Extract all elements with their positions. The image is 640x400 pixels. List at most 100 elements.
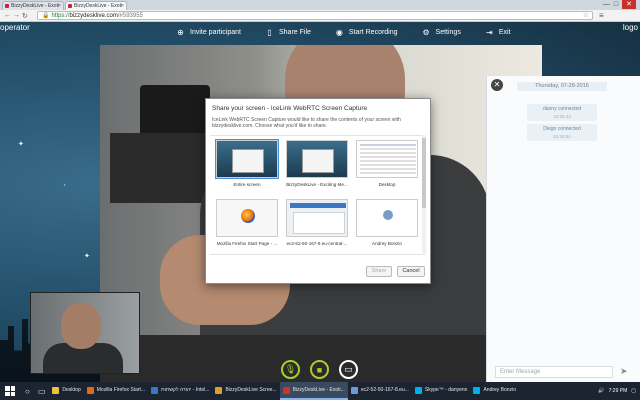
share-file-label: Share File <box>278 29 311 36</box>
cancel-button[interactable]: Cancel <box>397 266 425 277</box>
star-decoration: ✦ <box>84 253 90 260</box>
browser-tabbar: BizzyDeskLive - Exoti × BizzyDeskLive - … <box>0 0 640 10</box>
taskbar-app-icon <box>350 386 358 394</box>
taskbar-item-label: Mozilla Firefox Start... <box>96 387 146 393</box>
chat-message: danny connected 15:25:43 <box>527 104 597 121</box>
logo: logo <box>622 23 638 32</box>
dialog-description: IceLink WebRTC Screen Capture would like… <box>212 117 401 129</box>
chat-date: Thursday, 07-28-2016 <box>517 82 607 91</box>
taskbar-app-icon <box>215 386 223 394</box>
send-icon[interactable]: ➤ <box>620 366 628 377</box>
search-icon[interactable]: ○ <box>25 387 30 396</box>
share-source-window[interactable]: BizzyDeskLive - Exciting Me... <box>284 140 350 187</box>
tab-title: BizzyDeskLive - Exoti <box>74 3 123 9</box>
taskbar-app-icon <box>151 386 159 394</box>
chat-message: Diego connected 15:25:54 <box>527 124 597 141</box>
share-source-firefox[interactable]: Mozilla Firefox Start Page - ... <box>214 199 280 246</box>
share-button[interactable]: Share <box>366 266 392 277</box>
chat-message-input[interactable]: Enter Message <box>495 366 613 378</box>
source-label: Entire screen <box>233 182 261 187</box>
monitor-icon: ▭ <box>344 364 353 374</box>
browser-menu-icon[interactable]: ≡ <box>599 11 604 20</box>
source-thumbnail <box>286 140 348 178</box>
chat-panel: ✕ Thursday, 07-28-2016 danny connected 1… <box>486 76 640 382</box>
windows-taskbar: ○ ▭ Desktop Mozilla Firefox Start... יהודה… <box>0 382 640 400</box>
file-icon: ▯ <box>267 28 272 37</box>
url-host: bizzydesklive.com <box>69 13 118 19</box>
invite-participant-label: Invite participant <box>190 29 241 36</box>
address-bar-row: ← → ↻ 🔒 https://bizzydesklive.com/#593955… <box>0 10 640 22</box>
taskbar-item[interactable]: BizzyDeskLive Scree... <box>212 382 279 400</box>
taskbar-item[interactable]: Mozilla Firefox Start... <box>84 382 148 400</box>
source-thumbnail <box>215 139 279 179</box>
share-source-ec2[interactable]: ec2-52-50-167-8.eu-central-... <box>284 199 350 246</box>
task-view-icon[interactable]: ▭ <box>38 387 46 396</box>
dialog-scrollbar[interactable] <box>422 135 426 255</box>
taskbar-item[interactable]: Andrey Bonzio <box>470 382 519 400</box>
tab-title: BizzyDeskLive - Exoti <box>11 3 60 9</box>
tab-close-icon[interactable]: × <box>58 2 61 10</box>
star-decoration: ✦ <box>18 141 24 148</box>
taskbar-item[interactable]: ec2-52-50-167-8.eu... <box>348 382 412 400</box>
bookmark-star-icon[interactable]: ☆ <box>583 12 589 20</box>
star-decoration: • <box>64 182 66 187</box>
taskbar-item[interactable]: Desktop <box>49 382 83 400</box>
source-thumbnail <box>216 199 278 237</box>
microphone-icon: 🎙 <box>284 364 297 374</box>
settings-label: Settings <box>435 29 461 36</box>
url-input[interactable]: 🔒 https://bizzydesklive.com/#593955 ☆ <box>37 11 593 20</box>
share-source-desktop[interactable]: Desktop <box>354 140 420 187</box>
screen-share-button[interactable]: ▭ <box>339 360 358 379</box>
taskbar-item[interactable]: יהודה לקשתות - Intel... <box>148 382 212 400</box>
taskbar-item[interactable]: Skype™ - danyenn <box>412 382 471 400</box>
share-source-grid: Entire screen BizzyDeskLive - Exciting M… <box>210 135 426 255</box>
source-label: Andrey Bonzio <box>372 241 402 246</box>
share-file-button[interactable]: ▯ Share File <box>265 28 311 37</box>
gear-icon: ⚙ <box>422 28 430 37</box>
taskbar-item-label: Skype™ - danyenn <box>424 387 468 393</box>
close-chat-icon[interactable]: ✕ <box>491 79 503 91</box>
invite-participant-button[interactable]: ⊕ Invite participant <box>176 28 241 37</box>
plus-circle-icon: ⊕ <box>177 28 184 37</box>
video-printer <box>140 85 210 137</box>
microphone-button[interactable]: 🎙 <box>281 360 300 379</box>
taskbar-item-label: BizzyDeskLive Scree... <box>225 387 277 393</box>
back-icon[interactable]: ← <box>4 12 13 19</box>
camera-button[interactable]: ■ <box>310 360 329 379</box>
source-thumbnail <box>356 199 418 237</box>
taskbar-item-label: יהודה לקשתות - Intel... <box>161 387 210 393</box>
speaker-icon[interactable]: 🔊 <box>598 388 604 394</box>
share-source-skype[interactable]: Andrey Bonzio <box>354 199 420 246</box>
self-video[interactable] <box>30 292 140 374</box>
taskbar-app-icon <box>414 386 422 394</box>
close-window-icon[interactable]: ✕ <box>622 0 636 9</box>
tab-close-icon[interactable]: × <box>121 2 124 10</box>
taskbar-item-label: BizzyDeskLive - Exoti... <box>292 387 345 393</box>
taskbar-app-icon <box>282 386 290 394</box>
clock[interactable]: 7:29 PM <box>609 388 628 394</box>
taskbar-item-label: Andrey Bonzio <box>483 387 516 393</box>
start-recording-label: Start Recording <box>348 29 398 36</box>
source-thumbnail <box>356 140 418 178</box>
taskbar-item[interactable]: BizzyDeskLive - Exoti... <box>279 382 348 400</box>
minimize-icon[interactable]: — <box>603 0 610 9</box>
chat-message-text: Diego connected <box>543 126 581 132</box>
notifications-icon[interactable]: ▢ <box>631 388 636 394</box>
settings-button[interactable]: ⚙ Settings <box>422 28 461 37</box>
maximize-icon[interactable]: □ <box>614 0 618 9</box>
exit-button[interactable]: ⇥ Exit <box>485 28 511 37</box>
start-button-icon[interactable] <box>3 384 17 398</box>
reload-icon[interactable]: ↻ <box>22 12 31 20</box>
share-source-entire-screen[interactable]: Entire screen <box>214 139 280 187</box>
browser-tab-2[interactable]: BizzyDeskLive - Exoti × <box>65 1 127 10</box>
source-thumbnail <box>286 199 348 237</box>
system-tray: 🔊 7:29 PM ▢ <box>598 382 636 400</box>
tab-favicon-icon <box>5 4 9 8</box>
share-screen-dialog: Share your screen - IceLink WebRTC Scree… <box>205 98 431 284</box>
forward-icon[interactable]: → <box>13 12 22 19</box>
browser-tab-1[interactable]: BizzyDeskLive - Exoti × <box>2 1 64 10</box>
start-recording-button[interactable]: ◉ Start Recording <box>335 28 398 37</box>
url-scheme: https:// <box>51 13 70 19</box>
taskbar-item-label: Desktop <box>62 387 81 393</box>
taskbar-item-label: ec2-52-50-167-8.eu... <box>360 387 409 393</box>
